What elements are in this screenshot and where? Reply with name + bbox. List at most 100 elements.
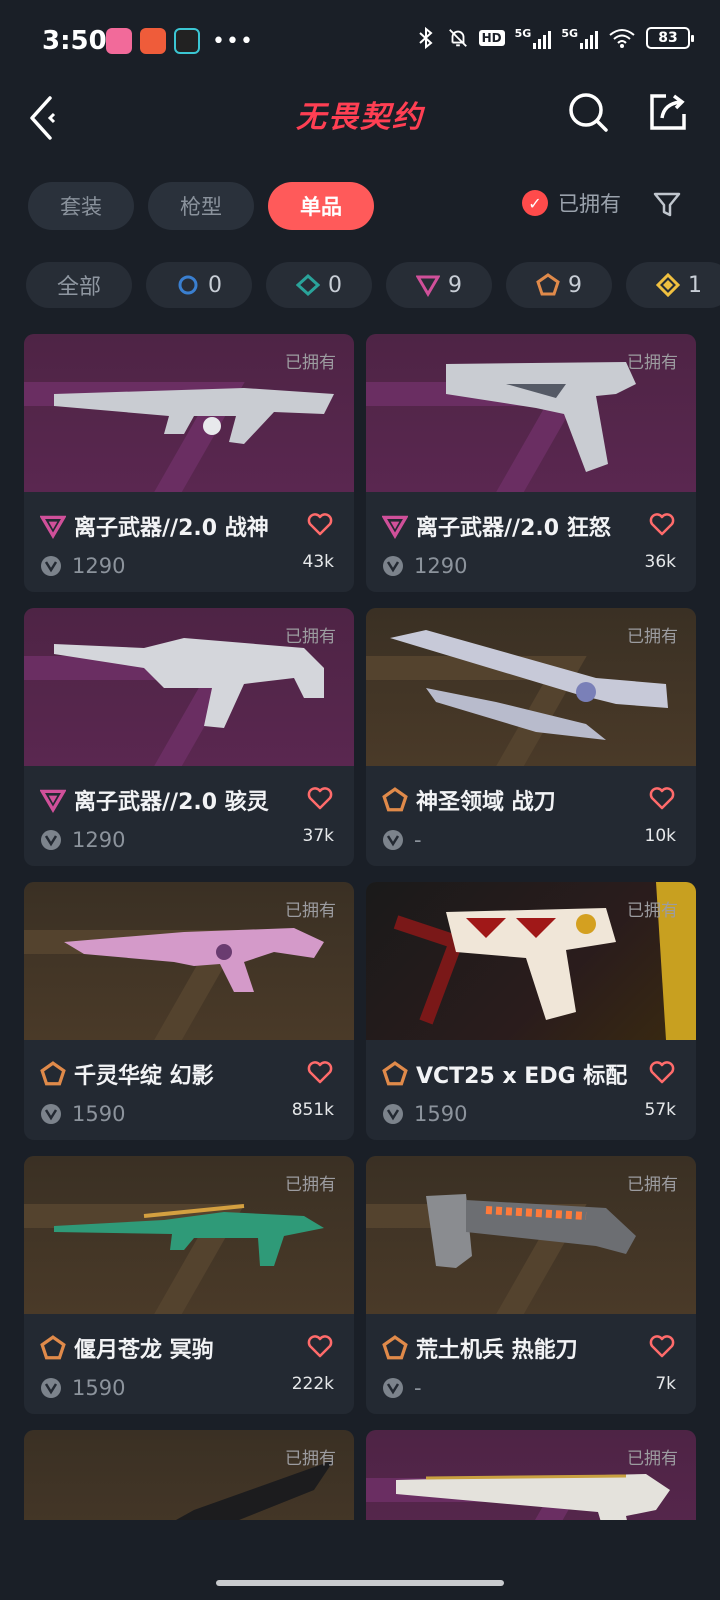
valorant-points-icon xyxy=(383,556,403,576)
item-name: 荒土机兵 热能刀 xyxy=(416,1338,578,1363)
select-tier-icon xyxy=(178,275,198,295)
item-price: 1290 xyxy=(414,554,468,578)
item-card[interactable]: 已拥有 千灵华绽 幻影 1590 851k xyxy=(24,882,354,1140)
filter-funnel-icon[interactable] xyxy=(652,190,682,220)
item-card[interactable]: 已拥有 VCT25 x EDG 标配 1590 57k xyxy=(366,882,696,1140)
item-name: 千灵华绽 幻影 xyxy=(74,1064,214,1089)
item-image: 已拥有 xyxy=(24,1156,354,1314)
chip-count: 1 xyxy=(688,272,702,298)
chip-exclusive-tier[interactable]: 9 xyxy=(506,262,612,308)
owned-tag: 已拥有 xyxy=(285,627,336,647)
owned-tag: 已拥有 xyxy=(627,1175,678,1195)
item-name: 离子武器//2.0 狂怒 xyxy=(416,516,611,541)
tab-weapon-types[interactable]: 枪型 xyxy=(148,182,254,230)
exclusive-tier-icon xyxy=(382,1335,408,1360)
item-image: 已拥有 xyxy=(24,608,354,766)
item-image: 已拥有 xyxy=(24,882,354,1040)
hd-badge: HD xyxy=(478,30,505,46)
item-card[interactable]: 已拥有 离子武器//2.0 狂怒 1290 36k xyxy=(366,334,696,592)
item-price: 1290 xyxy=(72,554,126,578)
item-price: 1590 xyxy=(72,1376,126,1400)
chip-all-label: 全部 xyxy=(56,275,101,300)
owned-tag: 已拥有 xyxy=(627,353,678,373)
chip-count: 0 xyxy=(208,272,222,298)
owned-tag: 已拥有 xyxy=(285,353,336,373)
chip-count: 0 xyxy=(328,272,342,298)
mute-bell-icon xyxy=(448,29,467,47)
heart-icon[interactable] xyxy=(306,1058,334,1086)
item-name: 偃月苍龙 冥驹 xyxy=(74,1338,214,1363)
status-icons: HD 5G 5G 83 xyxy=(415,26,694,50)
valorant-points-icon xyxy=(41,556,61,576)
owned-tag: 已拥有 xyxy=(285,901,336,921)
item-grid: 已拥有 离子武器//2.0 战神 1290 43k 已拥有 离子武器//2.0 … xyxy=(24,334,700,1550)
chip-all[interactable]: 全部 xyxy=(26,262,132,308)
premium-tier-icon xyxy=(40,789,66,813)
item-card[interactable]: 已拥有 离子武器//2.0 骇灵 1290 37k xyxy=(24,608,354,866)
like-count: 10k xyxy=(644,826,676,846)
item-image: 已拥有 xyxy=(366,882,696,1040)
heart-icon[interactable] xyxy=(648,510,676,538)
item-name: VCT25 x EDG 标配 xyxy=(416,1064,628,1089)
chip-count: 9 xyxy=(448,272,462,298)
premium-tier-icon xyxy=(40,515,66,539)
app-header: 无畏契约 xyxy=(0,80,720,170)
ultra-tier-icon xyxy=(656,273,680,297)
status-time: 3:50 xyxy=(42,26,107,56)
chip-deluxe-tier[interactable]: 0 xyxy=(266,262,372,308)
item-image: 已拥有 xyxy=(366,1156,696,1314)
item-price: - xyxy=(414,1376,422,1400)
item-price: 1590 xyxy=(414,1102,468,1126)
heart-icon[interactable] xyxy=(648,784,676,812)
checkmark-icon: ✓ xyxy=(522,190,548,216)
valorant-points-icon xyxy=(383,1104,403,1124)
chip-select-tier[interactable]: 0 xyxy=(146,262,252,308)
heart-icon[interactable] xyxy=(648,1058,676,1086)
tab-bundles[interactable]: 套装 xyxy=(28,182,134,230)
like-count: 851k xyxy=(291,1100,334,1120)
app-notification-icon-2 xyxy=(174,28,200,54)
tab-single-items[interactable]: 单品 xyxy=(268,182,374,230)
heart-icon[interactable] xyxy=(306,1332,334,1360)
battery-indicator: 83 xyxy=(646,27,694,49)
item-card[interactable]: 已拥有 荒土机兵 热能刀 - 7k xyxy=(366,1156,696,1414)
search-icon[interactable] xyxy=(566,90,610,134)
heart-icon[interactable] xyxy=(648,1332,676,1360)
chip-count: 9 xyxy=(568,272,582,298)
chip-premium-tier[interactable]: 9 xyxy=(386,262,492,308)
owned-tag: 已拥有 xyxy=(627,901,678,921)
chip-ultra-tier[interactable]: 1 xyxy=(626,262,720,308)
share-icon[interactable] xyxy=(646,90,690,134)
item-name: 神圣领域 战刀 xyxy=(416,790,556,815)
more-notifications-icon: ••• xyxy=(212,28,254,54)
signal-5g-1-icon: 5G xyxy=(515,27,552,49)
item-card[interactable]: 已拥有 离子武器//2.0 战神 1290 43k xyxy=(24,334,354,592)
valorant-points-icon xyxy=(383,830,403,850)
item-card[interactable]: 已拥有 神圣领域 战刀 - 10k xyxy=(366,608,696,866)
item-image: 已拥有 xyxy=(24,334,354,492)
item-card[interactable]: 已拥有 偃月苍龙 冥驹 1590 222k xyxy=(24,1156,354,1414)
item-image: 已拥有 xyxy=(366,334,696,492)
like-count: 57k xyxy=(644,1100,676,1120)
heart-icon[interactable] xyxy=(306,784,334,812)
app-logo: 无畏契约 xyxy=(296,100,424,135)
app-notification-icon xyxy=(140,28,166,54)
item-name: 离子武器//2.0 战神 xyxy=(74,516,269,541)
home-indicator[interactable] xyxy=(216,1580,504,1586)
heart-icon[interactable] xyxy=(306,510,334,538)
bluetooth-icon xyxy=(418,26,433,50)
owned-filter-toggle[interactable]: ✓ 已拥有 xyxy=(522,188,621,218)
notification-apps: ••• xyxy=(106,28,254,54)
exclusive-tier-icon xyxy=(536,273,560,296)
owned-filter-label: 已拥有 xyxy=(558,192,621,216)
bilibili-app-icon xyxy=(106,28,132,54)
owned-tag: 已拥有 xyxy=(285,1175,336,1195)
owned-tag: 已拥有 xyxy=(627,627,678,647)
bottom-area xyxy=(0,1520,720,1600)
rarity-filter-chips: 全部 0 0 9 9 1 xyxy=(26,262,720,308)
exclusive-tier-icon xyxy=(40,1061,66,1086)
item-image: 已拥有 xyxy=(366,608,696,766)
deluxe-tier-icon xyxy=(296,273,320,297)
like-count: 36k xyxy=(644,552,676,572)
category-tabs: 套装 枪型 单品 xyxy=(28,182,374,230)
